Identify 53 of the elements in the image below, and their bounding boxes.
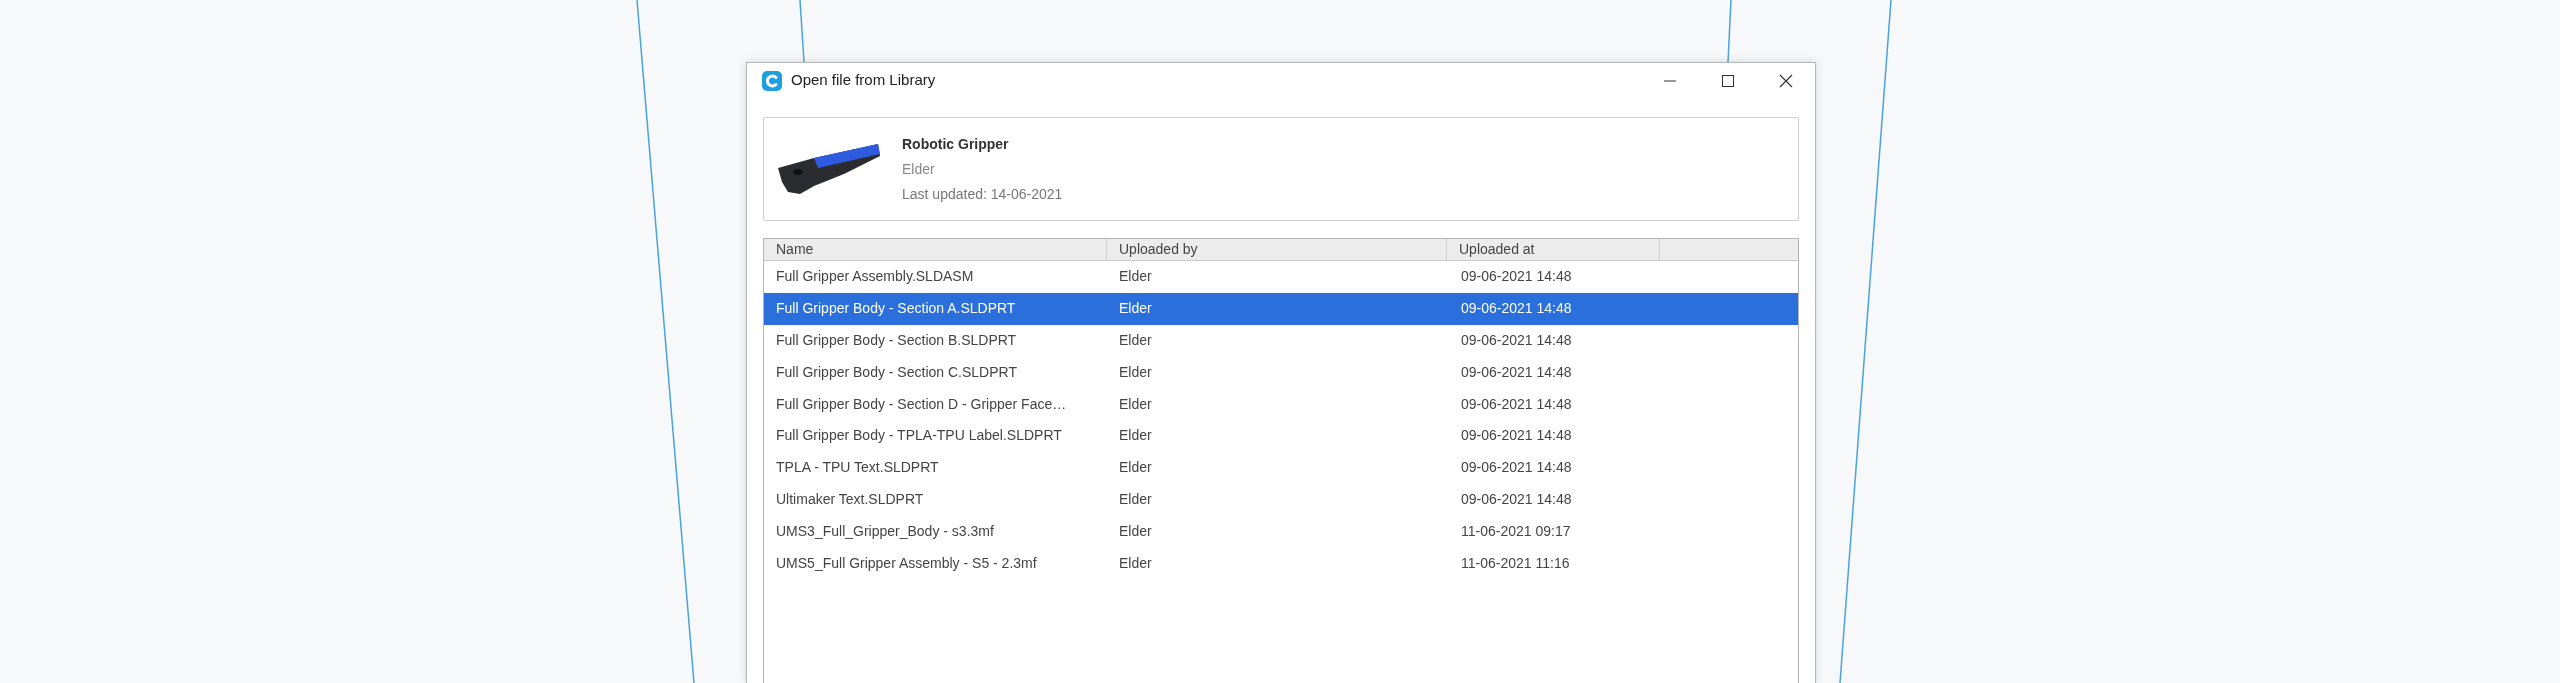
file-row[interactable]: Full Gripper Body - Section C.SLDPRT Elder 09-06-2021 14:48 [764, 356, 1798, 389]
guide-line [799, 0, 805, 63]
table-cell-text: UMS3_Full_Gripper_Body - s3.3mf [775, 521, 995, 541]
table-cell-text: Elder [1118, 394, 1153, 414]
table-cell-text: Elder [1118, 331, 1153, 350]
table-cell-text: Full Gripper Body - Section A.SLDPRT [775, 299, 1017, 319]
project-title: Robotic Gripper [902, 134, 1010, 154]
table-cell-text: Elder [1118, 362, 1153, 382]
table-cell-text: Elder [1118, 267, 1153, 287]
file-row[interactable]: Full Gripper Body - Section A.SLDPRT Elder 09-06-2021 14:48 [764, 292, 1798, 325]
table-cell-text: Full Gripper Body - TPLA-TPU Label.SLDPRT [775, 426, 1063, 446]
file-row[interactable]: TPLA - TPU Text.SLDPRT Elder 09-06-2021 14:48 [764, 451, 1798, 484]
app-logo-icon [761, 69, 783, 92]
file-row[interactable]: Full Gripper Body - Section D - Gripper Face… Elder 09-06-2021 14:48 [764, 388, 1798, 420]
last-updated-text: Last updated: 14-06-2021 [902, 184, 1063, 204]
table-cell-text: 09-06-2021 14:48 [1460, 299, 1573, 319]
maximize-icon [1721, 73, 1735, 88]
table-cell-text: 09-06-2021 14:48 [1460, 489, 1573, 509]
table-cell-text: Full Gripper Body - Section C.SLDPRT [775, 362, 1018, 382]
table-cell-text: Ultimaker Text.SLDPRT [775, 489, 925, 509]
table-cell-text: 09-06-2021 14:48 [1460, 426, 1573, 446]
file-row[interactable]: Ultimaker Text.SLDPRT Elder 09-06-2021 14:48 [764, 483, 1798, 516]
table-cell-text: Full Gripper Body - Section D - Gripper Face… [775, 394, 1068, 414]
guide-line [1727, 0, 1732, 63]
table-cell-text: 09-06-2021 14:48 [1460, 458, 1573, 478]
window-title: Open file from Library [791, 70, 936, 91]
file-row[interactable]: UMS3_Full_Gripper_Body - s3.3mf Elder 11-06-2021 09:17 [764, 515, 1798, 548]
table-cell-text: Elder [1118, 458, 1153, 478]
table-cell-text: UMS5_Full Gripper Assembly - S5 - 2.3mf [775, 553, 1038, 573]
table-cell-text: 09-06-2021 14:48 [1460, 394, 1573, 414]
column-header[interactable]: Name [764, 239, 1107, 260]
table-cell-text: Elder [1118, 521, 1153, 541]
table-cell-text: Elder [1118, 426, 1153, 446]
file-row[interactable]: Full Gripper Body - TPLA-TPU Label.SLDPRT Elder 09-06-2021 14:48 [764, 420, 1798, 452]
table-cell-text: 11-06-2021 11:16 [1460, 553, 1571, 573]
table-cell-text: Elder [1118, 299, 1153, 319]
file-row[interactable]: Full Gripper Assembly.SLDASM Elder 09-06-2021 14:48 [764, 261, 1798, 293]
column-header[interactable]: Uploaded at [1447, 239, 1660, 260]
table-cell-text: 09-06-2021 14:48 [1460, 362, 1573, 382]
table-cell-text: 09-06-2021 14:48 [1460, 331, 1573, 350]
project-owner: Elder [902, 159, 936, 179]
file-row[interactable]: UMS5_Full Gripper Assembly - S5 - 2.3mf Elder 11-06-2021 11:16 [764, 547, 1798, 579]
table-cell-text: 11-06-2021 09:17 [1460, 521, 1572, 541]
table-cell-text: Elder [1118, 489, 1153, 509]
table-cell-text: 09-06-2021 14:48 [1460, 267, 1573, 287]
file-row[interactable]: Full Gripper Body - Section B.SLDPRT Elder 09-06-2021 14:48 [764, 324, 1798, 357]
minimize-icon [1663, 79, 1677, 82]
table-cell-text: Full Gripper Body - Section B.SLDPRT [775, 331, 1018, 350]
table-cell-text: Elder [1118, 553, 1153, 573]
table-cell-text: Full Gripper Assembly.SLDASM [775, 267, 975, 287]
column-header[interactable]: Uploaded by [1107, 239, 1447, 260]
close-icon [1779, 73, 1793, 88]
table-cell-text: TPLA - TPU Text.SLDPRT [775, 458, 940, 478]
